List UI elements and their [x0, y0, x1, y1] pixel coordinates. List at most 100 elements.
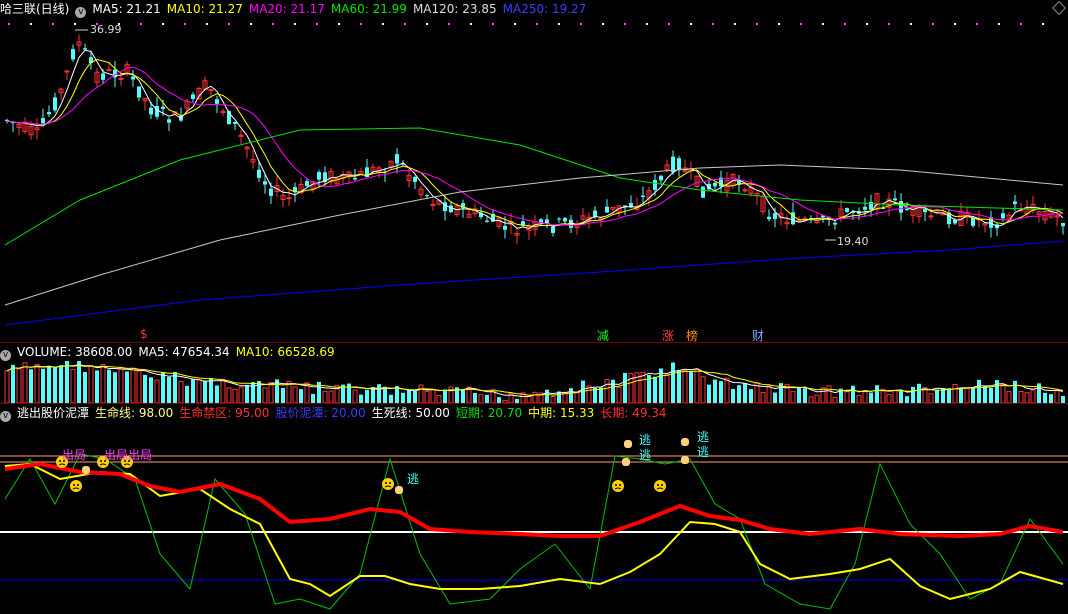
candle-body [167, 119, 171, 123]
signal-escape-3[interactable]: 逃 [639, 446, 651, 463]
candle-body [557, 218, 561, 220]
volume-bar [100, 364, 106, 403]
volume-bar [1049, 394, 1053, 403]
volume-bar [1006, 391, 1012, 403]
face-icon-head [382, 478, 394, 490]
volume-bar [95, 370, 99, 403]
event-marker-finance[interactable]: 财 [752, 327, 764, 342]
candle-body [1001, 213, 1005, 219]
dot-marker [976, 23, 978, 25]
volume-bar [424, 390, 430, 403]
signal-exit-3[interactable]: 出局 [128, 446, 152, 463]
mire-value: 股价泥潭: 20.00 [275, 406, 366, 420]
volume-bar [251, 382, 255, 403]
volume-bar [377, 384, 381, 403]
face-icon-eye [615, 484, 617, 486]
volume-ma10: MA10: 66528.69 [235, 345, 335, 359]
volume-bar [281, 387, 285, 403]
price-header: 哈三联(日线) v MA5: 21.21 MA10: 21.27 MA20: 21.17… [0, 0, 1068, 18]
face-icon-eye [385, 482, 387, 484]
ma60-value: MA60: 21.99 [330, 2, 407, 16]
volume-bar [365, 389, 369, 403]
volume-bar [16, 368, 22, 403]
dot-marker [734, 23, 736, 25]
candle-body [971, 217, 975, 226]
volume-bar [892, 389, 898, 403]
volume-bar [238, 386, 244, 403]
volume-bar [352, 389, 358, 403]
volume-bar [389, 394, 393, 403]
volume-bar [436, 395, 442, 403]
volume-bar [203, 380, 207, 403]
dot-marker [712, 23, 714, 25]
price-panel[interactable]: 哈三联(日线) v MA5: 21.21 MA10: 21.27 MA20: 21.17… [0, 0, 1068, 342]
candle-body [449, 205, 453, 213]
volume-bar [731, 389, 735, 403]
volume-bar [1054, 390, 1060, 403]
candlestick-chart[interactable] [0, 0, 1068, 342]
volume-bar [856, 395, 862, 403]
indicator-panel[interactable]: v 逃出股价泥潭 生命线: 98.00 生命禁区: 95.00 股价泥潭: 20.00 生… [0, 404, 1068, 614]
volume-bar [886, 394, 892, 403]
volume-bar [724, 377, 730, 403]
volume-bar [485, 394, 489, 403]
event-marker-reduce[interactable]: 减 [597, 327, 609, 342]
settings-icon[interactable]: v [75, 7, 87, 18]
ma250-line [4, 240, 1064, 326]
volume-bar [311, 393, 315, 403]
volume-bar [935, 389, 939, 403]
face-icon-eye [657, 484, 659, 486]
event-marker-list[interactable]: 榜 [686, 327, 698, 342]
volume-bar [545, 389, 549, 403]
indicator-header: v 逃出股价泥潭 生命线: 98.00 生命禁区: 95.00 股价泥潭: 20.00 生… [0, 404, 1068, 422]
volume-bar [820, 387, 826, 403]
candle-body [238, 134, 244, 137]
volume-bar [401, 392, 405, 403]
dot-marker [844, 23, 846, 25]
volume-bar [616, 386, 622, 403]
dot-marker [360, 23, 362, 25]
volume-bar [803, 388, 807, 403]
indicator-chart[interactable] [0, 404, 1068, 614]
volume-bar [1024, 392, 1030, 403]
event-marker-rise[interactable]: 涨 [662, 327, 674, 342]
volume-bar [682, 370, 688, 403]
volume-bar [59, 365, 63, 403]
volume-bar [268, 382, 274, 403]
candle-body [101, 73, 105, 80]
volume-bar [407, 389, 411, 403]
volume-bar [461, 389, 465, 403]
face-icon-eye [77, 484, 79, 486]
candle-body [41, 118, 45, 124]
dot-marker [866, 23, 868, 25]
volume-bar [413, 391, 417, 403]
volume-bar [65, 361, 69, 403]
signal-escape-5[interactable]: 逃 [697, 443, 709, 460]
signal-exit-2[interactable]: 出局 [104, 446, 128, 463]
dot-marker [250, 23, 252, 25]
candle-body [773, 213, 777, 219]
signal-exit-1[interactable]: 出局 [62, 446, 86, 463]
volume-bar [1043, 392, 1047, 403]
volume-bar [136, 370, 142, 403]
settings-icon[interactable]: v [0, 350, 11, 361]
candle-body [485, 220, 489, 222]
volume-bar [671, 362, 675, 403]
candle-body [833, 222, 837, 225]
volume-bar [653, 376, 657, 403]
volume-panel[interactable]: v VOLUME: 38608.00 MA5: 47654.34 MA10: 6652… [0, 343, 1068, 403]
candle-body [269, 188, 273, 196]
volume-bar [790, 390, 796, 403]
ma20-value: MA20: 21.17 [248, 2, 325, 16]
volume-bar [947, 388, 951, 403]
volume-bar [911, 386, 915, 403]
volume-bar [41, 368, 45, 403]
signal-escape-1[interactable]: 逃 [407, 470, 419, 487]
volume-bar [977, 379, 981, 403]
hand-pointer-icon [622, 458, 630, 466]
settings-icon[interactable]: v [0, 411, 11, 422]
candle-body [317, 172, 321, 180]
face-icon-eye [59, 460, 61, 462]
event-marker-dollar[interactable]: $ [140, 327, 148, 341]
volume-bar [905, 396, 909, 403]
